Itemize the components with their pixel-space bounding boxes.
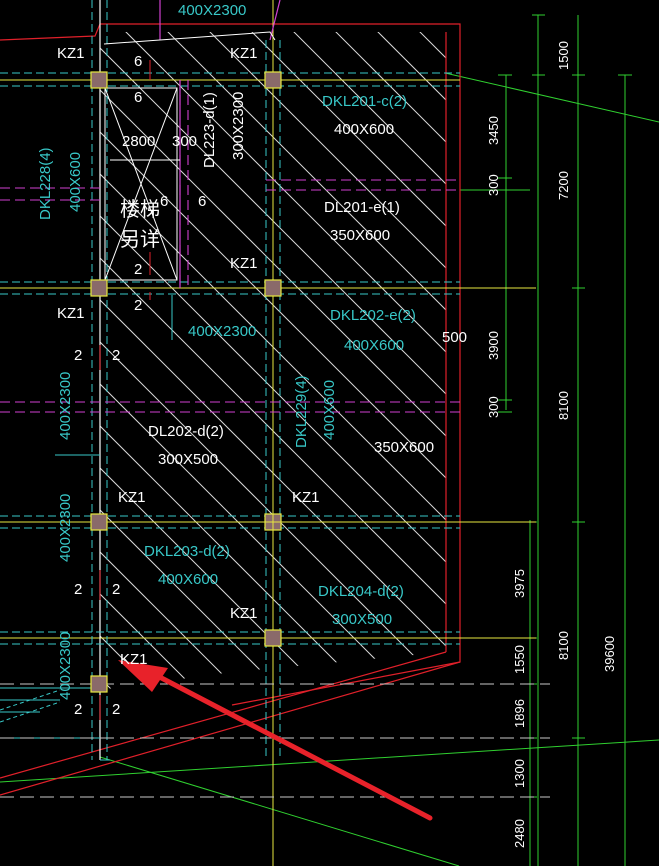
dim-text: 1500: [556, 41, 571, 70]
dim-text: 1896: [512, 699, 527, 728]
dim-text: 3975: [512, 569, 527, 598]
beam-size-dkl201c: 400X600: [334, 121, 394, 138]
hatch-line: [618, 20, 659, 720]
dim-text: 3900: [486, 331, 501, 360]
rebar-count: 2: [134, 261, 142, 278]
hatch-line: [100, 32, 446, 690]
hatch-line: [100, 32, 446, 690]
beam-size-dkl202e: 400X600: [344, 337, 404, 354]
slab-hatch: [100, 20, 659, 720]
beam-label-left-low: 400X2300: [57, 494, 74, 562]
hatch-line: [365, 32, 446, 690]
dim-text: 3450: [486, 116, 501, 145]
column-label-kz1: KZ1: [230, 605, 258, 622]
hatch-line: [100, 32, 446, 690]
stair-note-2: 另详: [120, 228, 160, 251]
column-kz1[interactable]: [90, 71, 108, 89]
rebar-count: 2: [112, 347, 120, 364]
beam-label-dl202d: DL202-d(2): [148, 423, 224, 440]
beam-label-dkl203d: DKL203-d(2): [144, 543, 230, 560]
beam-size-dkl203d: 400X600: [158, 571, 218, 588]
beam-label-top: 400X2300: [178, 2, 246, 19]
hatch-line: [100, 32, 269, 690]
beam-size-dkl204d: 300X500: [332, 611, 392, 628]
beam-size-dl201e: 350X600: [330, 227, 390, 244]
beam-label-dkl201c: DKL201-c(2): [322, 93, 407, 110]
beam-label-mid: 400X2300: [188, 323, 256, 340]
rebar-count: 2: [134, 297, 142, 314]
hatch-line: [534, 20, 659, 720]
dim-300: 300: [172, 133, 197, 150]
dim-text: 8100: [556, 391, 571, 420]
hatch-line: [100, 32, 446, 690]
column-kz1[interactable]: [90, 675, 108, 693]
hatch-line: [100, 32, 311, 690]
hatch-line: [100, 32, 446, 690]
column-kz1[interactable]: [90, 279, 108, 297]
hatch-line: [100, 32, 353, 690]
dim-text: 2480: [512, 819, 527, 848]
beam-label-dl223: DL223-d(1): [201, 92, 218, 168]
beam-label-dkl228: DKL228(4): [37, 147, 54, 220]
cyan-diagonals: [0, 689, 61, 723]
dim-text: 300: [486, 396, 501, 418]
rebar-count: 6: [198, 193, 206, 210]
dim-text: 300: [486, 174, 501, 196]
rebar-count: 6: [160, 193, 168, 210]
hatch-line: [492, 20, 659, 720]
column-label-kz1: KZ1: [292, 489, 320, 506]
rebar-count: 2: [74, 701, 82, 718]
rebar-count: 6: [134, 53, 142, 70]
column-label-kz1: KZ1: [230, 45, 258, 62]
beam-size-dkl229: 400X600: [321, 380, 338, 440]
dim-text: 1300: [512, 759, 527, 788]
column-kz1[interactable]: [264, 629, 282, 647]
column-label-kz1: KZ1: [230, 255, 258, 272]
column-label-kz1: KZ1: [57, 305, 85, 322]
dim-text: 7200: [556, 171, 571, 200]
cad-drawing-canvas[interactable]: 400X2300 KZ1 KZ1 KZ1 KZ1 KZ1 KZ1 KZ1 KZ1…: [0, 0, 659, 866]
rebar-count: 2: [74, 581, 82, 598]
rebar-count: 2: [74, 347, 82, 364]
dim-2800: 2800: [122, 133, 155, 150]
hatch-line: [100, 32, 101, 690]
beam-label-dl201e: DL201-e(1): [324, 199, 400, 216]
beam-size-dl223: 300X2300: [230, 92, 247, 160]
dim-text: 8100: [556, 631, 571, 660]
column-kz1[interactable]: [264, 279, 282, 297]
column-label-kz1: KZ1: [118, 489, 146, 506]
column-kz1[interactable]: [264, 71, 282, 89]
beam-label-left-mid: 400X2300: [57, 372, 74, 440]
beam-label-dkl202e: DKL202-e(2): [330, 307, 416, 324]
hatch-line: [576, 20, 659, 720]
hatch-line: [450, 20, 659, 720]
stair-note-1: 楼梯: [120, 198, 160, 221]
rebar-count: 2: [112, 581, 120, 598]
beam-label-dkl204d: DKL204-d(2): [318, 583, 404, 600]
beam-label-dkl229: DKL229(4): [293, 375, 310, 448]
beam-size-dl202d: 300X500: [158, 451, 218, 468]
beam-size-dkl228: 400X600: [67, 152, 84, 212]
column-label-kz1: KZ1: [120, 651, 148, 668]
columns: [90, 71, 282, 693]
column-label-kz1: KZ1: [57, 45, 85, 62]
hatch-line: [100, 32, 227, 690]
dim-text: 1550: [512, 645, 527, 674]
rebar-count: 6: [134, 89, 142, 106]
rebar-count: 2: [112, 701, 120, 718]
beam-size-350x600: 350X600: [374, 439, 434, 456]
beam-label-left-bottom: 400X2300: [57, 632, 74, 700]
column-kz1[interactable]: [90, 513, 108, 531]
dim-text: 39600: [602, 636, 617, 672]
lower-dashed-lines: [0, 683, 550, 798]
dim-500: 500: [442, 329, 467, 346]
